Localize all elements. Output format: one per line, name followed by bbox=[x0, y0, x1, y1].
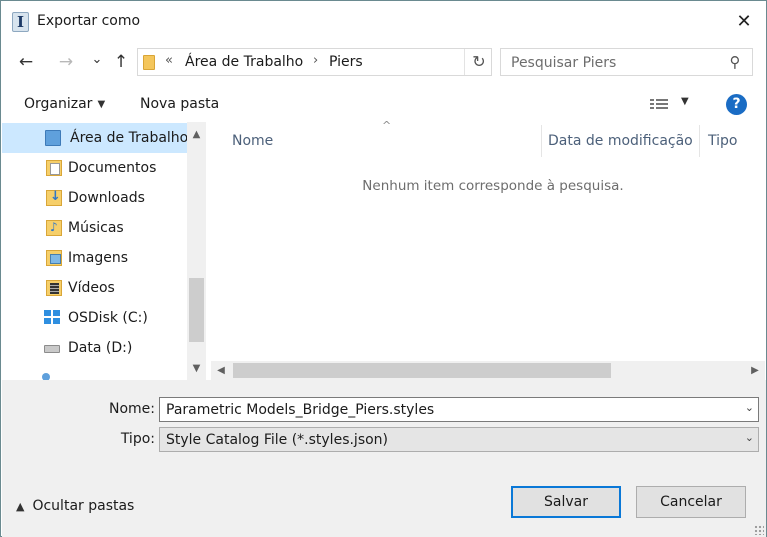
address-bar[interactable]: « Área de Trabalho › Piers ↻ bbox=[137, 48, 492, 76]
scroll-up-button[interactable]: ▲ bbox=[187, 126, 206, 144]
scroll-thumb[interactable] bbox=[233, 363, 611, 378]
column-label: Nome bbox=[232, 133, 274, 149]
file-name-field[interactable]: Parametric Models_Bridge_Piers.styles ⌄ bbox=[159, 397, 759, 422]
nav-item-documents[interactable]: Documentos bbox=[2, 153, 188, 183]
scroll-down-button[interactable]: ▼ bbox=[187, 360, 206, 378]
column-header-name[interactable]: Nome bbox=[210, 122, 541, 158]
column-header-type[interactable]: Tipo bbox=[700, 122, 766, 158]
nav-item-label: Downloads bbox=[68, 190, 145, 206]
nav-item-label: Imagens bbox=[68, 250, 129, 266]
export-dialog: I Exportar como ✕ ← → ⌄ ↑ « Área de Trab… bbox=[0, 0, 767, 537]
nav-item-label: Área de Trabalho bbox=[70, 130, 189, 146]
save-options-panel: Nome: Parametric Models_Bridge_Piers.sty… bbox=[2, 380, 766, 537]
music-icon bbox=[46, 220, 62, 236]
back-button[interactable]: ← bbox=[15, 51, 37, 73]
column-label: Data de modificação bbox=[548, 133, 693, 149]
nav-item-label: Vídeos bbox=[68, 280, 115, 296]
resize-grip-icon[interactable] bbox=[754, 525, 764, 535]
chevron-down-icon[interactable]: ⌄ bbox=[745, 401, 754, 414]
file-name-label: Nome: bbox=[108, 401, 155, 417]
nav-item-pictures[interactable]: Imagens bbox=[2, 243, 188, 273]
help-icon[interactable]: ? bbox=[726, 94, 747, 115]
file-name-value: Parametric Models_Bridge_Piers.styles bbox=[166, 402, 435, 418]
divider bbox=[464, 49, 465, 75]
view-options-chevron-icon[interactable]: ▼ bbox=[681, 96, 689, 107]
nav-item-music[interactable]: Músicas bbox=[2, 213, 188, 243]
pictures-icon bbox=[46, 250, 62, 266]
nav-item-label: OSDisk (C:) bbox=[68, 310, 148, 326]
folder-icon bbox=[143, 55, 155, 70]
search-placeholder: Pesquisar Piers bbox=[511, 55, 617, 71]
nav-item-partial[interactable] bbox=[2, 366, 188, 380]
nav-item-label: Documentos bbox=[68, 160, 157, 176]
desktop-icon bbox=[45, 130, 61, 146]
network-icon bbox=[42, 373, 50, 380]
file-type-value: Style Catalog File (*.styles.json) bbox=[166, 432, 389, 448]
file-type-select[interactable]: Style Catalog File (*.styles.json) ⌄ bbox=[159, 427, 759, 452]
dialog-title: Exportar como bbox=[37, 13, 141, 29]
horizontal-scrollbar[interactable]: ◀ ▶ bbox=[211, 361, 765, 380]
nav-item-desktop[interactable]: Área de Trabalho bbox=[2, 123, 188, 153]
windows-drive-icon bbox=[44, 310, 60, 324]
scroll-thumb[interactable] bbox=[189, 278, 204, 342]
nav-item-osdisk[interactable]: OSDisk (C:) bbox=[2, 303, 188, 333]
chevron-up-icon: ▲ bbox=[16, 500, 25, 513]
hide-folders-button[interactable]: ▲ Ocultar pastas bbox=[16, 498, 134, 514]
nav-item-label: Músicas bbox=[68, 220, 124, 236]
app-icon: I bbox=[12, 12, 29, 32]
chevron-down-icon: ▼ bbox=[97, 99, 106, 110]
chevron-down-icon[interactable]: ⌄ bbox=[745, 431, 754, 444]
documents-icon bbox=[46, 160, 62, 176]
hide-folders-label: Ocultar pastas bbox=[32, 498, 135, 514]
scroll-right-button[interactable]: ▶ bbox=[745, 361, 765, 380]
cancel-button[interactable]: Cancelar bbox=[636, 486, 746, 518]
breadcrumb-separator-icon[interactable]: › bbox=[313, 53, 318, 68]
forward-button[interactable]: → bbox=[55, 51, 77, 73]
videos-icon bbox=[46, 280, 62, 296]
view-options-icon[interactable] bbox=[650, 97, 668, 111]
column-header-modified[interactable]: Data de modificação bbox=[542, 122, 699, 158]
nav-item-label: Data (D:) bbox=[68, 340, 133, 356]
column-label: Tipo bbox=[708, 133, 738, 149]
nav-item-data-drive[interactable]: Data (D:) bbox=[2, 333, 188, 363]
drive-icon bbox=[44, 345, 60, 353]
close-button[interactable]: ✕ bbox=[729, 9, 759, 35]
search-input[interactable]: Pesquisar Piers ⚲ bbox=[500, 48, 753, 76]
pane-splitter[interactable] bbox=[206, 122, 210, 380]
new-folder-button[interactable]: Nova pasta bbox=[140, 96, 219, 112]
file-type-label: Tipo: bbox=[120, 431, 155, 447]
recent-locations-button[interactable]: ⌄ bbox=[86, 49, 108, 71]
breadcrumb-piers[interactable]: Piers bbox=[329, 54, 363, 70]
organize-button[interactable]: Organizar ▼ bbox=[24, 96, 105, 112]
search-icon[interactable]: ⚲ bbox=[725, 53, 745, 73]
nav-item-downloads[interactable]: Downloads bbox=[2, 183, 188, 213]
navigation-pane: Área de Trabalho Documentos Downloads Mú… bbox=[2, 122, 206, 380]
organize-label: Organizar bbox=[24, 96, 93, 112]
save-button[interactable]: Salvar bbox=[511, 486, 621, 518]
up-button[interactable]: ↑ bbox=[110, 51, 132, 73]
downloads-icon bbox=[46, 189, 62, 206]
title-bar: I Exportar como ✕ bbox=[1, 1, 766, 43]
scroll-left-button[interactable]: ◀ bbox=[211, 361, 231, 380]
breadcrumb-overflow-button[interactable]: « bbox=[165, 53, 173, 68]
nav-item-videos[interactable]: Vídeos bbox=[2, 273, 188, 303]
refresh-icon[interactable]: ↻ bbox=[469, 51, 489, 73]
nav-pane-scrollbar[interactable]: ▲ ▼ bbox=[187, 122, 206, 380]
breadcrumb-desktop[interactable]: Área de Trabalho bbox=[185, 54, 303, 70]
empty-folder-message: Nenhum item corresponde à pesquisa. bbox=[362, 178, 624, 194]
